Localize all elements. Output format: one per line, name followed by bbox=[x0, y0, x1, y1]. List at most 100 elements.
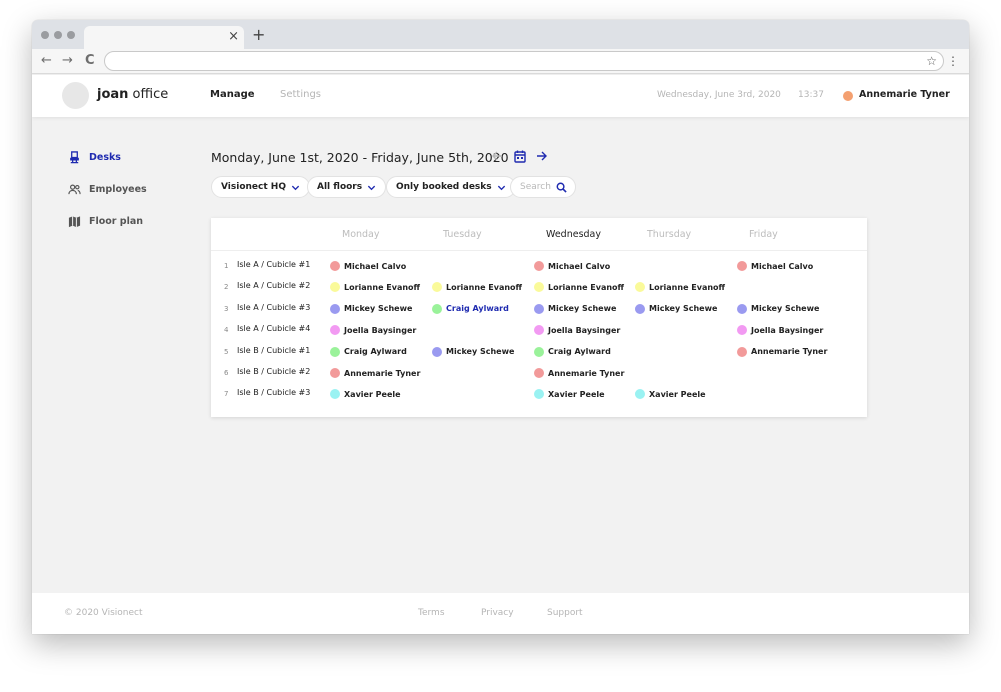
desk-name: Isle A / Cubicle #2 bbox=[237, 281, 311, 291]
footer-link-support[interactable]: Support bbox=[547, 608, 583, 618]
person-name: Mickey Schewe bbox=[344, 304, 413, 314]
brand-name[interactable]: joan office bbox=[97, 87, 168, 102]
next-week-button[interactable] bbox=[534, 148, 550, 164]
user-avatar[interactable] bbox=[843, 91, 853, 101]
sidebar-item-floor-plan[interactable]: Floor plan bbox=[68, 213, 143, 229]
booking-cell[interactable]: Lorianne Evanoff bbox=[432, 280, 522, 294]
sidebar-label-desks: Desks bbox=[89, 151, 121, 163]
booking-cell[interactable]: Mickey Schewe bbox=[737, 302, 819, 316]
booking-cell[interactable]: Craig Aylward bbox=[330, 345, 407, 359]
booking-cell[interactable]: Michael Calvo bbox=[534, 259, 610, 273]
new-tab-icon[interactable]: + bbox=[252, 25, 265, 45]
person-name: Michael Calvo bbox=[548, 261, 611, 271]
booking-cell[interactable]: Xavier Peele bbox=[330, 387, 401, 401]
current-time: 13:37 bbox=[798, 90, 824, 100]
booking-cell[interactable]: Lorianne Evanoff bbox=[635, 280, 725, 294]
search-icon[interactable] bbox=[556, 182, 567, 193]
person-name: Annemarie Tyner bbox=[344, 368, 421, 378]
desk-name: Isle B / Cubicle #2 bbox=[237, 367, 311, 376]
person-color-dot bbox=[330, 261, 340, 271]
booking-cell[interactable]: Lorianne Evanoff bbox=[534, 280, 624, 294]
table-row: 2 Isle A / Cubicle #2 Lorianne Evanoff Lori… bbox=[211, 278, 867, 299]
booking-cell[interactable]: Mickey Schewe bbox=[534, 302, 616, 316]
booking-cell[interactable]: Lorianne Evanoff bbox=[330, 280, 420, 294]
row-number: 5 bbox=[224, 347, 229, 356]
person-color-dot bbox=[330, 368, 340, 378]
booking-cell[interactable]: Mickey Schewe bbox=[432, 345, 514, 359]
app-header: joan office Manage Settings Wednesday, J… bbox=[32, 75, 969, 117]
person-color-dot bbox=[432, 282, 442, 293]
forward-icon[interactable]: → bbox=[62, 52, 73, 70]
address-bar[interactable]: ☆ bbox=[104, 51, 944, 71]
booking-cell[interactable]: Annemarie Tyner bbox=[534, 366, 624, 380]
table-row: 7 Isle B / Cubicle #3 Xavier Peele Xavier P… bbox=[211, 385, 867, 406]
booking-cell[interactable]: Annemarie Tyner bbox=[330, 366, 420, 380]
arrow-right-icon bbox=[537, 151, 547, 161]
footer-link-terms[interactable]: Terms bbox=[418, 608, 445, 618]
person-color-dot bbox=[737, 303, 747, 314]
calendar-button[interactable] bbox=[512, 148, 528, 164]
reload-icon[interactable]: C bbox=[85, 52, 95, 70]
person-color-dot bbox=[534, 325, 544, 336]
row-number: 2 bbox=[224, 283, 229, 292]
floors-filter-label: All floors bbox=[317, 182, 363, 192]
person-color-dot bbox=[534, 346, 544, 357]
booking-cell[interactable]: Xavier Peele bbox=[635, 387, 706, 401]
person-name: Michael Calvo bbox=[751, 261, 814, 271]
booking-cell[interactable]: Michael Calvo bbox=[737, 259, 813, 273]
previous-week-button[interactable] bbox=[489, 148, 505, 164]
chevron-down-icon bbox=[291, 185, 300, 190]
nav-manage[interactable]: Manage bbox=[210, 89, 255, 100]
desk-name: Isle A / Cubicle #4 bbox=[237, 324, 311, 334]
desk-name: Isle A / Cubicle #3 bbox=[237, 302, 311, 312]
booking-cell[interactable]: Joella Baysinger bbox=[737, 323, 823, 337]
nav-settings[interactable]: Settings bbox=[280, 89, 321, 100]
sidebar-item-desks[interactable]: Desks bbox=[68, 149, 121, 165]
booking-cell[interactable]: Joella Baysinger bbox=[534, 323, 620, 337]
user-name[interactable]: Annemarie Tyner bbox=[859, 89, 950, 100]
sidebar-item-employees[interactable]: Employees bbox=[68, 181, 147, 197]
person-color-dot bbox=[330, 282, 340, 293]
booked-desks-filter[interactable]: Only booked desks bbox=[386, 176, 516, 198]
person-color-dot bbox=[534, 368, 544, 378]
tab-close-icon[interactable]: × bbox=[228, 27, 239, 47]
browser-tab-bar: × + bbox=[32, 20, 969, 49]
window-close-dot[interactable] bbox=[41, 31, 49, 39]
booking-cell[interactable]: Craig Aylward bbox=[534, 345, 611, 359]
day-header-friday: Friday bbox=[749, 229, 778, 240]
person-color-dot bbox=[534, 261, 544, 271]
person-color-dot bbox=[534, 282, 544, 293]
person-name: Joella Baysinger bbox=[548, 325, 621, 335]
search-box[interactable] bbox=[510, 176, 576, 198]
booking-cell[interactable]: Joella Baysinger bbox=[330, 323, 416, 337]
booking-cell[interactable]: Michael Calvo bbox=[330, 259, 406, 273]
booking-cell[interactable]: Annemarie Tyner bbox=[737, 345, 827, 359]
bookmark-star-icon[interactable]: ☆ bbox=[926, 52, 937, 70]
person-name: Mickey Schewe bbox=[446, 347, 515, 357]
back-icon[interactable]: ← bbox=[41, 52, 52, 70]
table-row: 3 Isle A / Cubicle #3 Mickey Schewe Craig A… bbox=[211, 300, 867, 321]
day-header-tuesday: Tuesday bbox=[443, 229, 482, 240]
booking-cell[interactable]: Mickey Schewe bbox=[635, 302, 717, 316]
desk-name: Isle A / Cubicle #1 bbox=[237, 260, 311, 269]
person-color-dot bbox=[330, 346, 340, 357]
arrow-left-icon bbox=[492, 151, 502, 161]
floors-filter[interactable]: All floors bbox=[307, 176, 387, 198]
booking-cell[interactable]: Craig Aylward bbox=[432, 302, 509, 316]
window-maximize-dot[interactable] bbox=[67, 31, 75, 39]
booked-desks-filter-label: Only booked desks bbox=[396, 182, 492, 192]
location-filter[interactable]: Visionect HQ bbox=[211, 176, 310, 198]
person-name[interactable]: Craig Aylward bbox=[446, 304, 509, 313]
browser-tab[interactable]: × bbox=[84, 26, 244, 49]
footer-link-privacy[interactable]: Privacy bbox=[481, 608, 514, 618]
window-minimize-dot[interactable] bbox=[54, 31, 62, 39]
search-input[interactable] bbox=[520, 180, 554, 194]
person-name: Lorianne Evanoff bbox=[446, 282, 523, 292]
person-name: Xavier Peele bbox=[649, 389, 706, 399]
browser-menu-icon[interactable]: ⋮ bbox=[947, 52, 959, 70]
person-name: Mickey Schewe bbox=[751, 304, 820, 314]
booking-cell[interactable]: Xavier Peele bbox=[534, 387, 605, 401]
day-header-wednesday: Wednesday bbox=[546, 229, 602, 240]
brand-rest: office bbox=[128, 87, 169, 102]
booking-cell[interactable]: Mickey Schewe bbox=[330, 302, 412, 316]
